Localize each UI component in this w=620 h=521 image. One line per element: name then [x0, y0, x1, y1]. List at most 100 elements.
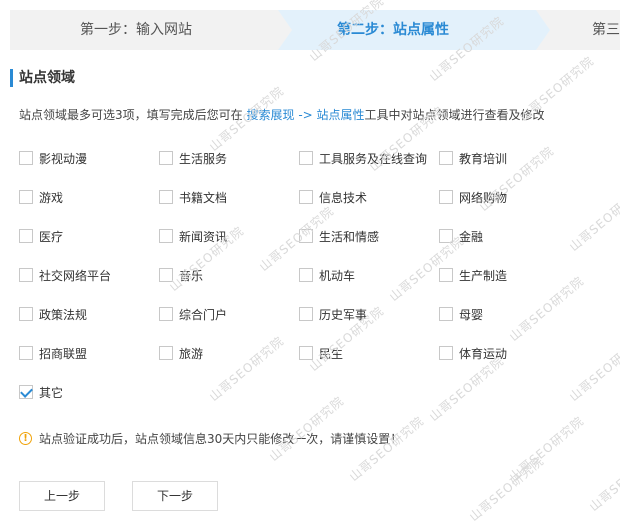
watermark-text: 山哥SEO研究院 [466, 453, 547, 521]
checkbox[interactable] [159, 346, 173, 360]
checkbox[interactable] [439, 268, 453, 282]
category-option[interactable]: 影视动漫 [19, 148, 87, 168]
checkbox[interactable] [19, 190, 33, 204]
search-display-link[interactable]: 搜索展现 [246, 108, 294, 122]
warning-icon: ! [19, 432, 32, 445]
prev-step-button[interactable]: 上一步 [19, 481, 105, 511]
category-label: 体育运动 [459, 346, 508, 361]
category-option[interactable]: 信息技术 [299, 187, 367, 207]
category-label: 其它 [39, 385, 64, 400]
checkbox[interactable] [299, 268, 313, 282]
category-option[interactable]: 音乐 [159, 265, 203, 285]
category-option[interactable]: 政策法规 [19, 304, 87, 324]
category-label: 民生 [319, 346, 344, 361]
category-label: 综合门户 [179, 307, 228, 322]
watermark-text: 山哥SEO研究院 [566, 183, 620, 255]
category-option[interactable]: 生活和情感 [299, 226, 379, 246]
checkbox[interactable] [299, 346, 313, 360]
watermark-text: 山哥SEO研究院 [506, 413, 587, 485]
checkbox[interactable] [299, 190, 313, 204]
category-label: 生活和情感 [319, 229, 380, 244]
checkbox[interactable] [439, 307, 453, 321]
category-label: 网络购物 [459, 190, 508, 205]
checkbox[interactable] [439, 346, 453, 360]
site-attribute-link[interactable]: 站点属性 [317, 108, 365, 122]
category-option[interactable]: 工具服务及在线查询 [299, 148, 427, 168]
notice: ! 站点验证成功后，站点领域信息30天内只能修改一次，请谨慎设置！ [19, 430, 402, 447]
category-label: 工具服务及在线查询 [319, 151, 428, 166]
category-option[interactable]: 体育运动 [439, 343, 507, 363]
checkbox[interactable] [439, 151, 453, 165]
category-label: 生产制造 [459, 268, 508, 283]
category-label: 生活服务 [179, 151, 228, 166]
checkbox[interactable] [159, 307, 173, 321]
checkbox[interactable] [159, 229, 173, 243]
category-option[interactable]: 机动车 [299, 265, 355, 285]
step-1: 第一步：输入网站 [80, 22, 192, 38]
section-title: 站点领域 [10, 69, 75, 87]
watermark-text: 山哥SEO研究院 [426, 353, 507, 425]
category-label: 游戏 [39, 190, 64, 205]
hint-text: 站点领域最多可选3项，填写完成后您可在 搜索展现 -> 站点属性工具中对站点领域… [19, 106, 545, 123]
checkbox[interactable] [159, 268, 173, 282]
hint-arrow: -> [298, 108, 313, 122]
category-option[interactable]: 历史军事 [299, 304, 367, 324]
checkbox[interactable] [19, 346, 33, 360]
category-option[interactable]: 母婴 [439, 304, 483, 324]
next-step-button[interactable]: 下一步 [132, 481, 218, 511]
category-option[interactable]: 教育培训 [439, 148, 507, 168]
checkbox[interactable] [299, 307, 313, 321]
category-label: 金融 [459, 229, 484, 244]
watermark-text: 山哥SEO研究院 [586, 443, 620, 515]
step-bar: 第一步：输入网站 第二步：站点属性 第三 [10, 10, 620, 50]
category-label: 社交网络平台 [39, 268, 112, 283]
category-label: 招商联盟 [39, 346, 88, 361]
checkbox-checked[interactable] [19, 385, 33, 399]
category-option[interactable]: 旅游 [159, 343, 203, 363]
category-option[interactable]: 医疗 [19, 226, 63, 246]
category-label: 信息技术 [319, 190, 368, 205]
category-label: 音乐 [179, 268, 204, 283]
category-label: 机动车 [319, 268, 356, 283]
category-label: 母婴 [459, 307, 484, 322]
hint-prefix: 站点领域最多可选3项，填写完成后您可在 [19, 108, 243, 122]
category-label: 历史军事 [319, 307, 368, 322]
step-3: 第三 [592, 22, 620, 38]
watermark-text: 山哥SEO研究院 [346, 413, 427, 485]
checkbox[interactable] [299, 151, 313, 165]
category-label: 影视动漫 [39, 151, 88, 166]
category-label: 政策法规 [39, 307, 88, 322]
checkbox[interactable] [299, 229, 313, 243]
watermark-text: 山哥SEO研究院 [206, 333, 287, 405]
checkbox[interactable] [159, 151, 173, 165]
notice-text: 站点验证成功后，站点领域信息30天内只能修改一次，请谨慎设置！ [39, 432, 403, 446]
watermark-text: 山哥SEO研究院 [566, 333, 620, 405]
category-option[interactable]: 民生 [299, 343, 343, 363]
checkbox[interactable] [19, 307, 33, 321]
category-option[interactable]: 生活服务 [159, 148, 227, 168]
watermark-text: 山哥SEO研究院 [266, 393, 347, 465]
category-option[interactable]: 书籍文档 [159, 187, 227, 207]
checkbox[interactable] [159, 190, 173, 204]
checkbox[interactable] [439, 190, 453, 204]
checkbox[interactable] [439, 229, 453, 243]
category-option[interactable]: 生产制造 [439, 265, 507, 285]
category-label: 医疗 [39, 229, 64, 244]
category-option[interactable]: 其它 [19, 382, 63, 402]
category-label: 教育培训 [459, 151, 508, 166]
category-option[interactable]: 新闻资讯 [159, 226, 227, 246]
category-label: 旅游 [179, 346, 204, 361]
category-option[interactable]: 金融 [439, 226, 483, 246]
category-option[interactable]: 综合门户 [159, 304, 227, 324]
step-2-current: 第二步：站点属性 [337, 22, 449, 38]
category-label: 新闻资讯 [179, 229, 228, 244]
watermark-text: 山哥SEO研究院 [506, 273, 587, 345]
category-option[interactable]: 游戏 [19, 187, 63, 207]
checkbox[interactable] [19, 229, 33, 243]
category-option[interactable]: 社交网络平台 [19, 265, 111, 285]
category-option[interactable]: 网络购物 [439, 187, 507, 207]
checkbox[interactable] [19, 151, 33, 165]
category-label: 书籍文档 [179, 190, 228, 205]
checkbox[interactable] [19, 268, 33, 282]
category-option[interactable]: 招商联盟 [19, 343, 87, 363]
